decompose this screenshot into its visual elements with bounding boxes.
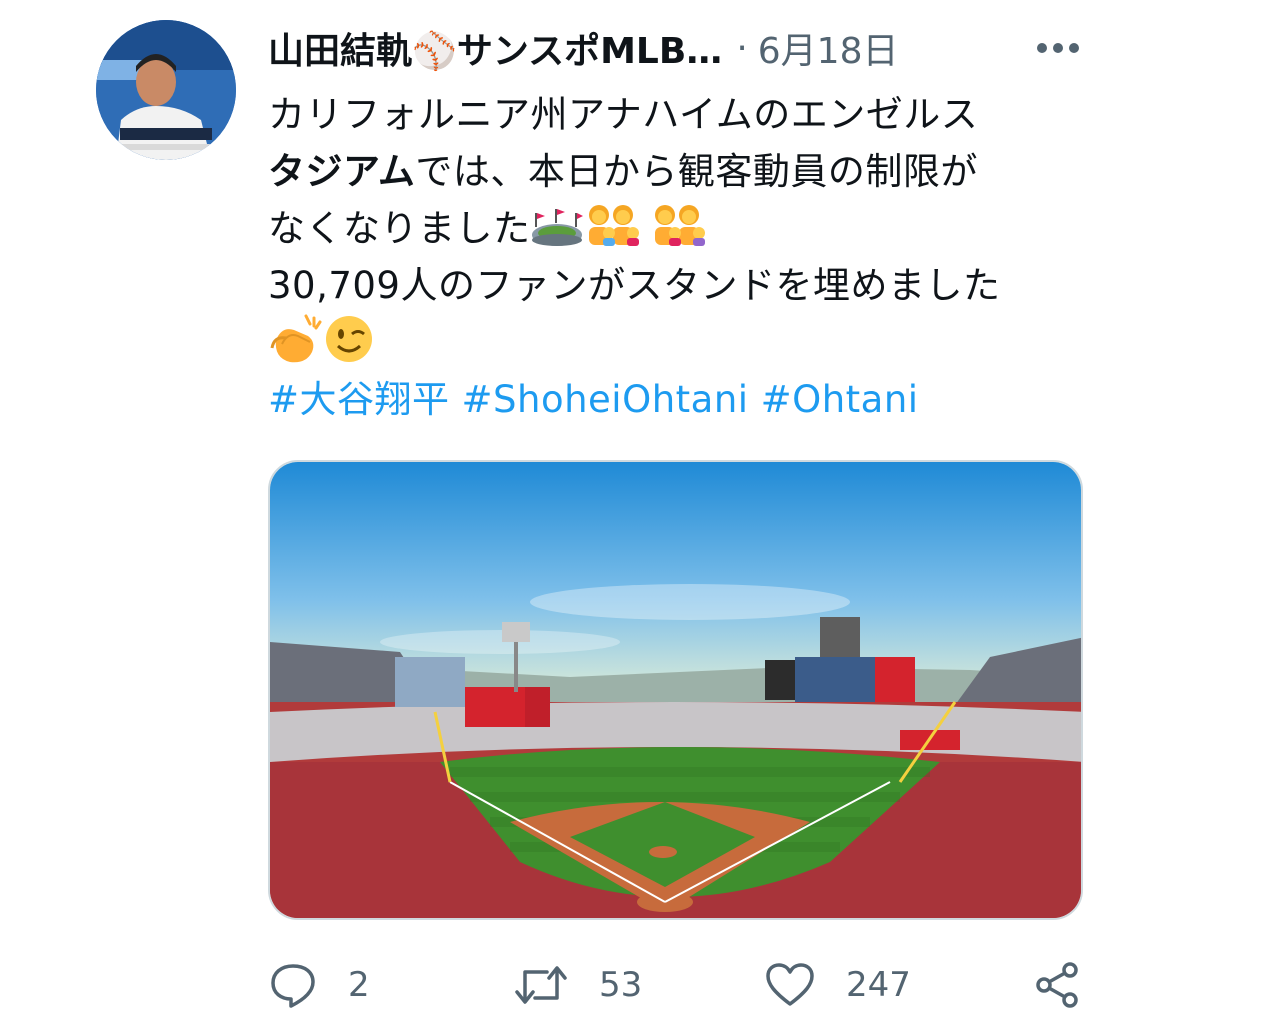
tweet-media-image[interactable] [268,460,1083,920]
avatar-photo [96,20,236,160]
family-emoji-1 [583,203,649,263]
reply-button[interactable]: 2 [268,950,370,1020]
author-name[interactable]: 山田結軌⚾サンスポMLB… [268,22,722,74]
tweet-header: 山田結軌⚾サンスポMLB… · 6月18日 [268,22,898,74]
like-count: 247 [846,965,911,1005]
share-button[interactable] [1032,950,1082,1020]
more-horizontal-icon [1037,43,1079,53]
stadium-emoji [531,206,583,263]
heart-icon [766,963,814,1006]
text-line-3: なくなりました [268,200,1088,257]
text-line-5 [268,314,1088,371]
retweet-count: 53 [599,965,643,1005]
tweet-text: カリフォルニア州アナハイムのエンゼルス タジアムでは、本日から観客動員の制限が … [268,86,1088,428]
hashtag-shoheiohtani[interactable]: #ShoheiOhtani [462,378,749,421]
family-icon [588,205,639,246]
text-line-2: タジアムでは、本日から観客動員の制限が [268,143,1088,200]
text-line-1: カリフォルニア州アナハイムのエンゼルス [268,93,979,136]
retweet-icon [515,966,567,1004]
share-icon [1036,962,1078,1008]
more-options-button[interactable] [1030,28,1086,68]
tweet-actions: 2 53 247 [268,950,1088,1020]
text-line-4: 30,709人のファンがスタンドを埋めました [268,264,1001,307]
clap-icon [270,314,322,363]
text-line-3-text: なくなりました [268,207,531,250]
stadium-icon [531,209,583,246]
family-emoji-2 [649,203,715,263]
wink-face-icon [326,316,372,362]
stadium-photo [270,462,1081,918]
like-button[interactable]: 247 [764,950,911,1020]
text-line-2-rest: では、本日から観客動員の制限が [415,150,978,193]
reply-icon [271,964,315,1008]
reply-count: 2 [348,965,370,1005]
bold-text: タジアム [268,150,416,193]
hashtag-ohtani-jp[interactable]: #大谷翔平 [268,378,450,421]
hashtag-line: #大谷翔平 #ShoheiOhtani #Ohtani [268,371,1088,428]
author-avatar[interactable] [96,20,236,160]
tweet-date[interactable]: 6月18日 [758,22,899,74]
header-separator: · [736,27,748,69]
hashtag-ohtani[interactable]: #Ohtani [761,378,919,421]
retweet-button[interactable]: 53 [513,950,642,1020]
family-icon [654,205,705,246]
